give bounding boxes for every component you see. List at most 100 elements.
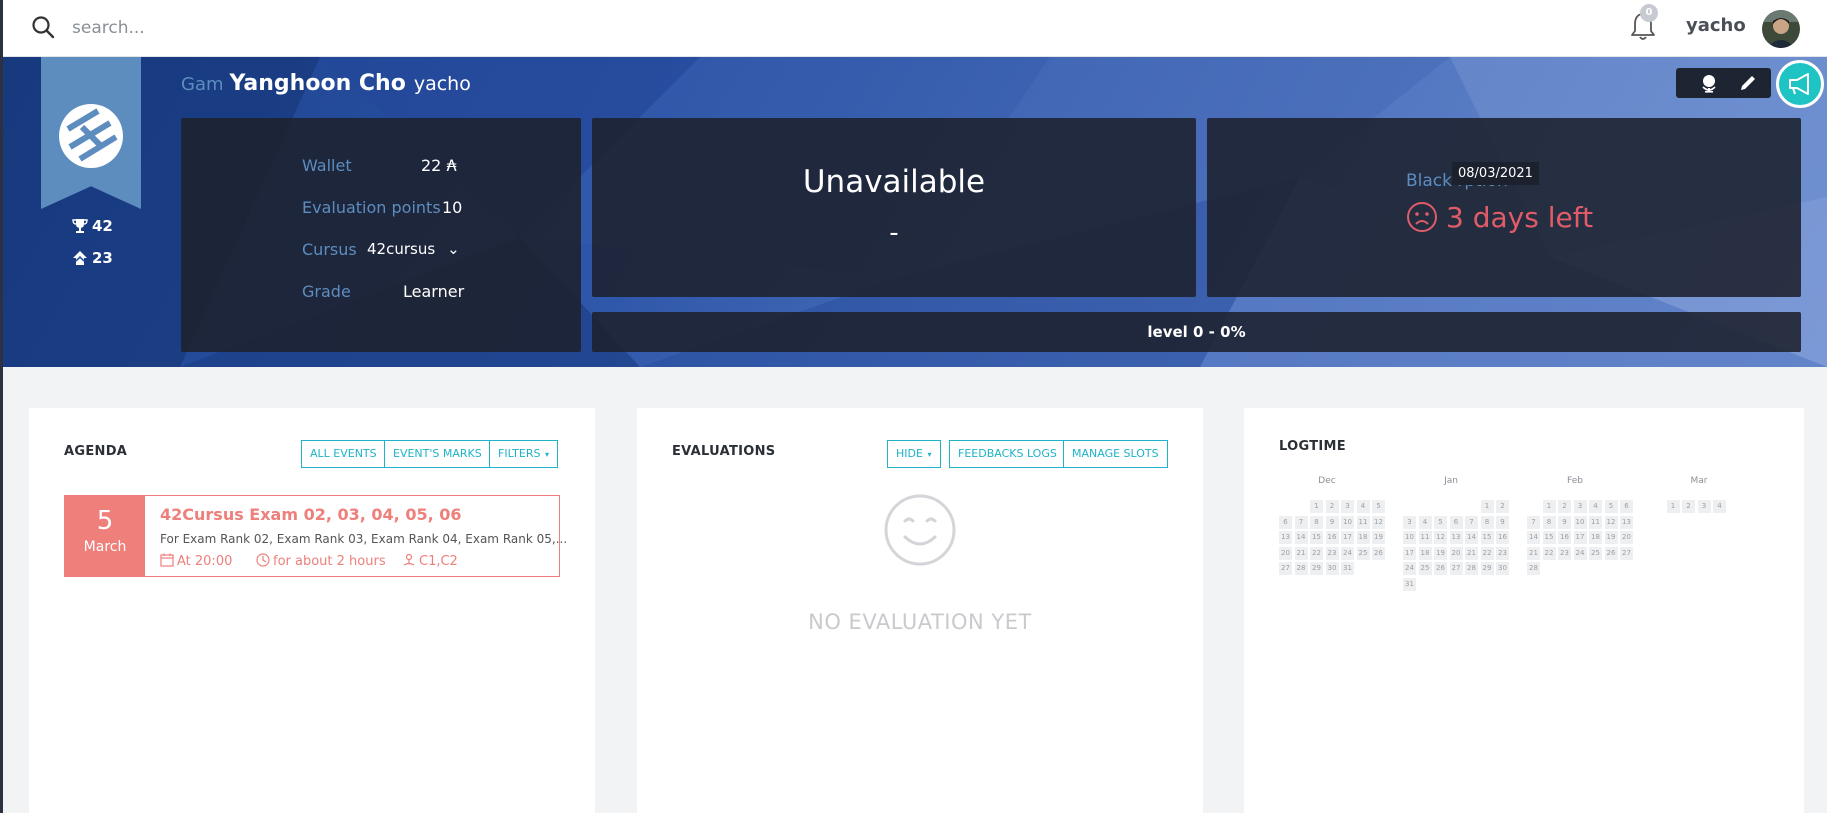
calendar-day[interactable]: 25 (1418, 562, 1432, 575)
header-username[interactable]: yacho (1686, 15, 1746, 36)
calendar-day[interactable]: 3 (1697, 500, 1711, 513)
calendar-day[interactable]: 23 (1496, 546, 1509, 560)
events-marks-button[interactable]: EVENT'S MARKS (384, 440, 491, 468)
calendar-day[interactable]: 27 (1449, 562, 1463, 575)
calendar-day[interactable]: 10 (1573, 515, 1587, 529)
calendar-day[interactable]: 21 (1294, 546, 1308, 560)
calendar-day[interactable]: 5 (1434, 515, 1447, 529)
search-input[interactable] (72, 14, 572, 42)
calendar-day[interactable]: 21 (1527, 546, 1540, 560)
edit-icon[interactable] (1738, 73, 1758, 93)
calendar-day[interactable]: 12 (1604, 515, 1618, 529)
calendar-day[interactable]: 6 (1449, 515, 1463, 529)
calendar-day[interactable]: 19 (1372, 531, 1385, 544)
calendar-day[interactable]: 1 (1480, 500, 1494, 513)
calendar-day[interactable]: 22 (1480, 546, 1494, 560)
calendar-day[interactable]: 8 (1480, 515, 1494, 529)
calendar-day[interactable]: 24 (1403, 562, 1416, 575)
calendar-day[interactable]: 7 (1465, 515, 1478, 529)
manage-slots-button[interactable]: MANAGE SLOTS (1063, 440, 1168, 468)
calendar-day[interactable]: 11 (1589, 515, 1602, 529)
calendar-day[interactable]: 9 (1496, 515, 1509, 529)
calendar-day[interactable]: 15 (1310, 531, 1323, 544)
calendar-day[interactable]: 9 (1325, 515, 1339, 529)
calendar-day[interactable]: 1 (1542, 500, 1556, 513)
agenda-filters-button[interactable]: FILTERS ▾ (489, 440, 559, 468)
calendar-day[interactable]: 17 (1341, 531, 1354, 544)
calendar-day[interactable]: 3 (1573, 500, 1587, 513)
search-icon[interactable] (30, 14, 58, 42)
calendar-day[interactable]: 10 (1403, 531, 1416, 544)
calendar-day[interactable]: 11 (1418, 531, 1432, 544)
calendar-day[interactable]: 2 (1682, 500, 1695, 513)
calendar-day[interactable]: 23 (1325, 546, 1339, 560)
calendar-day[interactable]: 16 (1558, 531, 1571, 544)
calendar-day[interactable]: 17 (1403, 546, 1416, 560)
calendar-day[interactable]: 3 (1403, 515, 1416, 529)
calendar-day[interactable]: 20 (1279, 546, 1292, 560)
calendar-day[interactable]: 5 (1604, 500, 1618, 513)
calendar-day[interactable]: 17 (1573, 531, 1587, 544)
calendar-day[interactable]: 13 (1279, 531, 1292, 544)
calendar-day[interactable]: 15 (1542, 531, 1556, 544)
globe-icon[interactable] (1699, 73, 1719, 93)
all-events-button[interactable]: ALL EVENTS (301, 440, 386, 468)
agenda-event[interactable]: 5 March 42Cursus Exam 02, 03, 04, 05, 06… (64, 495, 567, 577)
calendar-day[interactable]: 3 (1341, 500, 1354, 513)
calendar-day[interactable]: 11 (1356, 515, 1370, 529)
calendar-day[interactable]: 2 (1325, 500, 1339, 513)
calendar-day[interactable]: 13 (1449, 531, 1463, 544)
calendar-day[interactable]: 18 (1356, 531, 1370, 544)
calendar-day[interactable]: 1 (1310, 500, 1323, 513)
calendar-day[interactable]: 20 (1449, 546, 1463, 560)
feedbacks-logs-button[interactable]: FEEDBACKS LOGS (949, 440, 1066, 468)
calendar-day[interactable]: 12 (1434, 531, 1447, 544)
calendar-day[interactable]: 7 (1527, 515, 1540, 529)
calendar-day[interactable]: 23 (1558, 546, 1571, 560)
calendar-day[interactable]: 30 (1325, 562, 1339, 575)
calendar-day[interactable]: 10 (1341, 515, 1354, 529)
calendar-day[interactable]: 20 (1620, 531, 1633, 544)
calendar-day[interactable]: 19 (1604, 531, 1618, 544)
calendar-day[interactable]: 12 (1372, 515, 1385, 529)
calendar-day[interactable]: 28 (1527, 562, 1540, 575)
calendar-day[interactable]: 26 (1434, 562, 1447, 575)
calendar-day[interactable]: 27 (1279, 562, 1292, 575)
calendar-day[interactable]: 5 (1372, 500, 1385, 513)
calendar-day[interactable]: 4 (1356, 500, 1370, 513)
calendar-day[interactable]: 18 (1589, 531, 1602, 544)
calendar-day[interactable]: 9 (1558, 515, 1571, 529)
calendar-day[interactable]: 29 (1310, 562, 1323, 575)
calendar-day[interactable]: 31 (1403, 577, 1416, 591)
calendar-day[interactable]: 16 (1496, 531, 1509, 544)
calendar-day[interactable]: 15 (1480, 531, 1494, 544)
calendar-day[interactable]: 25 (1356, 546, 1370, 560)
calendar-day[interactable]: 24 (1341, 546, 1354, 560)
calendar-day[interactable]: 24 (1573, 546, 1587, 560)
calendar-day[interactable]: 13 (1620, 515, 1633, 529)
calendar-day[interactable]: 8 (1310, 515, 1323, 529)
calendar-day[interactable]: 19 (1434, 546, 1447, 560)
calendar-day[interactable]: 4 (1589, 500, 1602, 513)
calendar-day[interactable]: 21 (1465, 546, 1478, 560)
calendar-day[interactable]: 16 (1325, 531, 1339, 544)
calendar-day[interactable]: 22 (1542, 546, 1556, 560)
megaphone-icon[interactable] (1776, 60, 1824, 108)
calendar-day[interactable]: 2 (1496, 500, 1509, 513)
calendar-day[interactable]: 4 (1713, 500, 1726, 513)
calendar-day[interactable]: 29 (1480, 562, 1494, 575)
avatar[interactable] (1762, 10, 1800, 48)
calendar-day[interactable]: 30 (1496, 562, 1509, 575)
calendar-day[interactable]: 26 (1604, 546, 1618, 560)
calendar-day[interactable]: 31 (1341, 562, 1354, 575)
calendar-day[interactable]: 4 (1418, 515, 1432, 529)
calendar-day[interactable]: 14 (1527, 531, 1540, 544)
calendar-day[interactable]: 7 (1294, 515, 1308, 529)
calendar-day[interactable]: 28 (1465, 562, 1478, 575)
calendar-day[interactable]: 26 (1372, 546, 1385, 560)
calendar-day[interactable]: 6 (1279, 515, 1292, 529)
calendar-day[interactable]: 14 (1465, 531, 1478, 544)
calendar-day[interactable]: 28 (1294, 562, 1308, 575)
cursus-select[interactable]: 42cursus ⌄ (367, 240, 460, 258)
calendar-day[interactable]: 14 (1294, 531, 1308, 544)
